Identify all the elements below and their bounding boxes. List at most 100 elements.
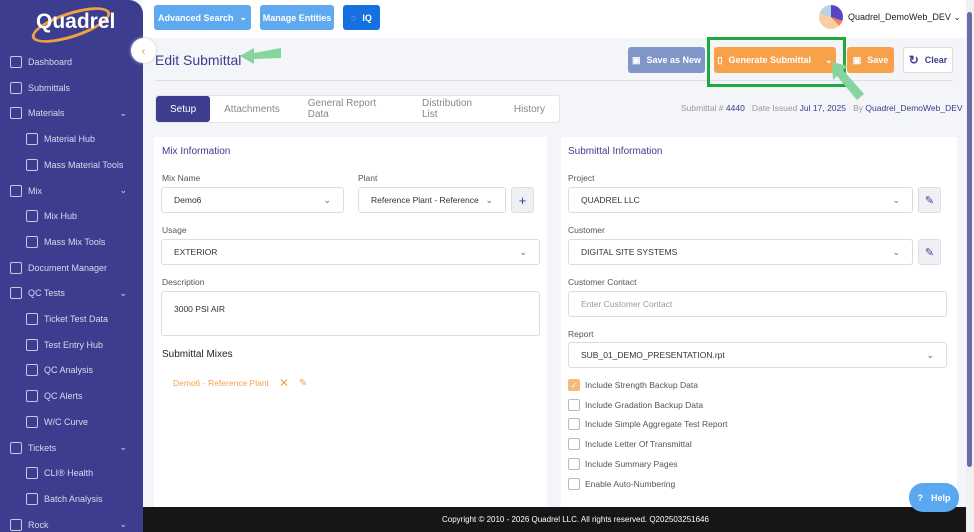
sidebar-item-dashboard[interactable]: Dashboard xyxy=(10,56,135,68)
iq-button[interactable]: ◌ IQ xyxy=(343,5,380,30)
save-as-new-button[interactable]: ▣ Save as New xyxy=(628,47,705,73)
edit-customer-button[interactable]: ✎ xyxy=(918,239,941,265)
sidebar-item-batch-analysis[interactable]: Batch Analysis xyxy=(26,492,151,505)
w-c-curve-icon xyxy=(26,415,38,428)
checkbox[interactable] xyxy=(568,398,580,411)
chevron-down-icon: ⌄ xyxy=(119,442,127,452)
checkbox[interactable]: ✓ xyxy=(568,379,580,391)
mass-material-tools-icon xyxy=(26,158,38,171)
sidebar-item-w-c-curve[interactable]: W/C Curve xyxy=(26,415,151,428)
sidebar-item-qc-analysis[interactable]: QC Analysis xyxy=(26,364,151,377)
checkbox[interactable] xyxy=(568,457,580,470)
tab-general-report-data[interactable]: General Report Data xyxy=(294,96,408,122)
card-heading: Submittal Information xyxy=(568,146,663,157)
edit-icon: ✎ xyxy=(924,194,935,207)
mix-information-card: Mix Information Mix Name Demo6 ⌄ Plant Re… xyxy=(154,137,547,507)
scrollbar-thumb[interactable] xyxy=(967,12,972,467)
checkbox[interactable] xyxy=(568,438,580,451)
user-menu[interactable]: Quadrel_DemoWeb_DEV ⌄ xyxy=(848,12,961,23)
clear-button[interactable]: ↻ Clear xyxy=(903,47,953,73)
sidebar-item-mix-hub[interactable]: Mix Hub xyxy=(26,210,151,223)
sidebar-item-label: Test Entry Hub xyxy=(44,339,104,350)
material-hub-icon xyxy=(26,133,38,146)
tab-distribution-list[interactable]: Distribution List xyxy=(408,96,500,122)
checkbox-include-gradation-backup-data[interactable]: Include Gradation Backup Data xyxy=(568,398,703,411)
sidebar-item-tickets[interactable]: Tickets ⌄ xyxy=(10,441,135,454)
sidebar-item-document-manager[interactable]: Document Manager xyxy=(10,261,135,274)
mix-link[interactable]: Demo6 - Reference Plant xyxy=(173,378,269,388)
sidebar-item-materials[interactable]: Materials ⌄ xyxy=(10,107,135,120)
submittals-icon xyxy=(10,81,22,94)
checkbox-include-summary-pages[interactable]: Include Summary Pages xyxy=(568,457,678,470)
sidebar-item-test-entry-hub[interactable]: Test Entry Hub xyxy=(26,338,151,351)
sidebar-item-qc-alerts[interactable]: QC Alerts xyxy=(26,390,151,403)
qc-tests-icon xyxy=(10,287,22,300)
qc-alerts-icon xyxy=(26,390,38,403)
customer-value: DIGITAL SITE SYSTEMS xyxy=(581,247,678,257)
edit-icon[interactable]: ✎ xyxy=(299,378,307,389)
manage-entities-button[interactable]: Manage Entities xyxy=(260,5,334,30)
sidebar-item-label: QC Analysis xyxy=(44,365,94,376)
sidebar-item-material-hub[interactable]: Material Hub xyxy=(26,133,151,146)
advanced-search-button[interactable]: Advanced Search ⌄ xyxy=(154,5,251,30)
project-value: QUADREL LLC xyxy=(581,195,640,205)
chevron-down-icon: ⌄ xyxy=(119,519,127,530)
checkbox-include-simple-aggregate-test-report[interactable]: Include Simple Aggregate Test Report xyxy=(568,418,728,431)
date-issued-label: Date Issued xyxy=(751,103,798,113)
submittal-information-card: Submittal Information Project QUADREL LL… xyxy=(561,137,957,507)
rock-icon xyxy=(10,518,22,531)
sidebar-item-submittals[interactable]: Submittals xyxy=(10,81,135,94)
usage-select[interactable]: EXTERIOR ⌄ xyxy=(161,239,540,265)
mix-name-label: Mix Name xyxy=(162,173,201,183)
project-select[interactable]: QUADREL LLC ⌄ xyxy=(568,187,913,213)
chevron-down-icon: ⌄ xyxy=(485,194,493,205)
checkbox-include-strength-backup-data[interactable]: ✓ Include Strength Backup Data xyxy=(568,379,698,391)
chevron-down-icon: ⌄ xyxy=(926,349,934,360)
plant-value: Reference Plant - Reference xyxy=(371,195,479,205)
by-user[interactable]: Quadrel_DemoWeb_DEV xyxy=(865,103,962,113)
save-as-new-label: Save as New xyxy=(646,55,702,65)
add-plant-button[interactable]: + xyxy=(511,187,534,213)
report-label: Report xyxy=(568,329,594,339)
mass-mix-tools-icon xyxy=(26,235,38,248)
checkbox[interactable] xyxy=(568,477,580,490)
sidebar-item-label: Rock xyxy=(28,519,49,530)
tab-attachments[interactable]: Attachments xyxy=(210,96,294,122)
customer-select[interactable]: DIGITAL SITE SYSTEMS ⌄ xyxy=(568,239,913,265)
customer-contact-input[interactable]: Enter Customer Contact xyxy=(568,291,947,317)
edit-project-button[interactable]: ✎ xyxy=(918,187,941,213)
checkbox-include-letter-of-transmittal[interactable]: Include Letter Of Transmittal xyxy=(568,438,692,451)
report-select[interactable]: SUB_01_DEMO_PRESENTATION.rpt ⌄ xyxy=(568,342,947,368)
collapse-sidebar-button[interactable]: ‹ xyxy=(131,38,156,63)
mix-name-select[interactable]: Demo6 ⌄ xyxy=(161,187,344,213)
help-button[interactable]: ? Help xyxy=(909,483,959,512)
description-textarea[interactable]: 3000 PSI AIR xyxy=(161,291,540,336)
avatar[interactable] xyxy=(819,5,843,29)
sidebar-item-mass-material-tools[interactable]: Mass Material Tools xyxy=(26,158,151,171)
sidebar-item-mix[interactable]: Mix ⌄ xyxy=(10,184,135,197)
sidebar-item-qc-tests[interactable]: QC Tests ⌄ xyxy=(10,287,135,300)
save-button[interactable]: ▣ Save xyxy=(847,47,894,73)
plant-select[interactable]: Reference Plant - Reference ⌄ xyxy=(358,187,506,213)
advanced-search-label: Advanced Search xyxy=(157,12,234,23)
help-label: Help xyxy=(930,492,951,503)
sidebar-item-mass-mix-tools[interactable]: Mass Mix Tools xyxy=(26,235,151,248)
chevron-down-icon: ⌄ xyxy=(892,194,900,205)
cli-health-icon xyxy=(26,467,38,480)
sidebar-item-rock[interactable]: Rock ⌄ xyxy=(10,518,135,531)
sidebar-item-label: Dashboard xyxy=(28,57,73,67)
close-icon[interactable]: ✕ xyxy=(279,376,289,390)
usage-value: EXTERIOR xyxy=(174,247,218,257)
sidebar-item-cli-health[interactable]: CLI® Health xyxy=(26,467,151,480)
tab-history[interactable]: History xyxy=(500,96,559,122)
tab-setup[interactable]: Setup xyxy=(156,96,211,122)
checkbox[interactable] xyxy=(568,418,580,431)
card-heading: Mix Information xyxy=(162,146,231,157)
chevron-down-icon: ⌄ xyxy=(953,12,961,22)
sidebar-item-ticket-test-data[interactable]: Ticket Test Data xyxy=(26,313,151,325)
checkbox-enable-auto-numbering[interactable]: Enable Auto-Numbering xyxy=(568,477,675,490)
sidebar-item-label: Mass Mix Tools xyxy=(44,236,106,247)
report-value: SUB_01_DEMO_PRESENTATION.rpt xyxy=(581,350,725,360)
chevron-down-icon: ⌄ xyxy=(323,194,331,205)
sidebar-item-label: Mix xyxy=(28,185,42,196)
